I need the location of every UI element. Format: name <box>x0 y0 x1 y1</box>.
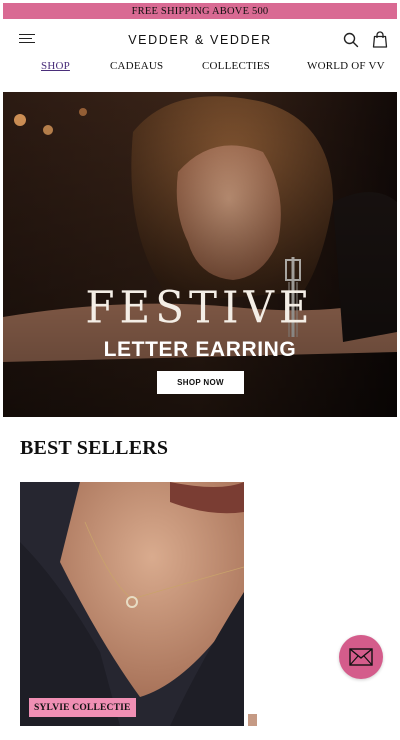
main-nav: SHOP CADEAUS COLLECTIES WORLD OF VV <box>0 60 400 78</box>
hero-banner[interactable]: FESTIVE LETTER EARRING SHOP NOW <box>3 92 397 417</box>
search-icon[interactable] <box>343 32 359 48</box>
hero-subtitle: LETTER EARRING <box>103 338 297 361</box>
product-collection-tag: SYLVIE COLLECTIE <box>29 698 136 717</box>
envelope-icon <box>349 648 373 666</box>
promo-banner: FREE SHIPPING ABOVE 500 <box>3 3 397 19</box>
hero-image <box>3 92 397 417</box>
chat-button[interactable] <box>339 635 383 679</box>
nav-item-collecties[interactable]: COLLECTIES <box>202 60 270 72</box>
next-product-card-peek[interactable] <box>248 714 257 726</box>
promo-text: FREE SHIPPING ABOVE 500 <box>131 5 269 17</box>
brand-logo[interactable]: VEDDER & VEDDER <box>0 33 400 47</box>
shop-now-button[interactable]: SHOP NOW <box>157 371 244 394</box>
hero-title: FESTIVE <box>85 281 315 334</box>
best-sellers-heading: BEST SELLERS <box>20 437 169 459</box>
product-card[interactable]: SYLVIE COLLECTIE <box>20 482 244 726</box>
shopping-bag-icon[interactable] <box>372 31 388 48</box>
nav-item-world-of-vv[interactable]: WORLD OF VV <box>307 60 385 72</box>
product-image <box>20 482 244 726</box>
nav-item-cadeaus[interactable]: CADEAUS <box>110 60 163 72</box>
nav-item-shop[interactable]: SHOP <box>41 60 70 72</box>
site-header: VEDDER & VEDDER <box>0 26 400 56</box>
